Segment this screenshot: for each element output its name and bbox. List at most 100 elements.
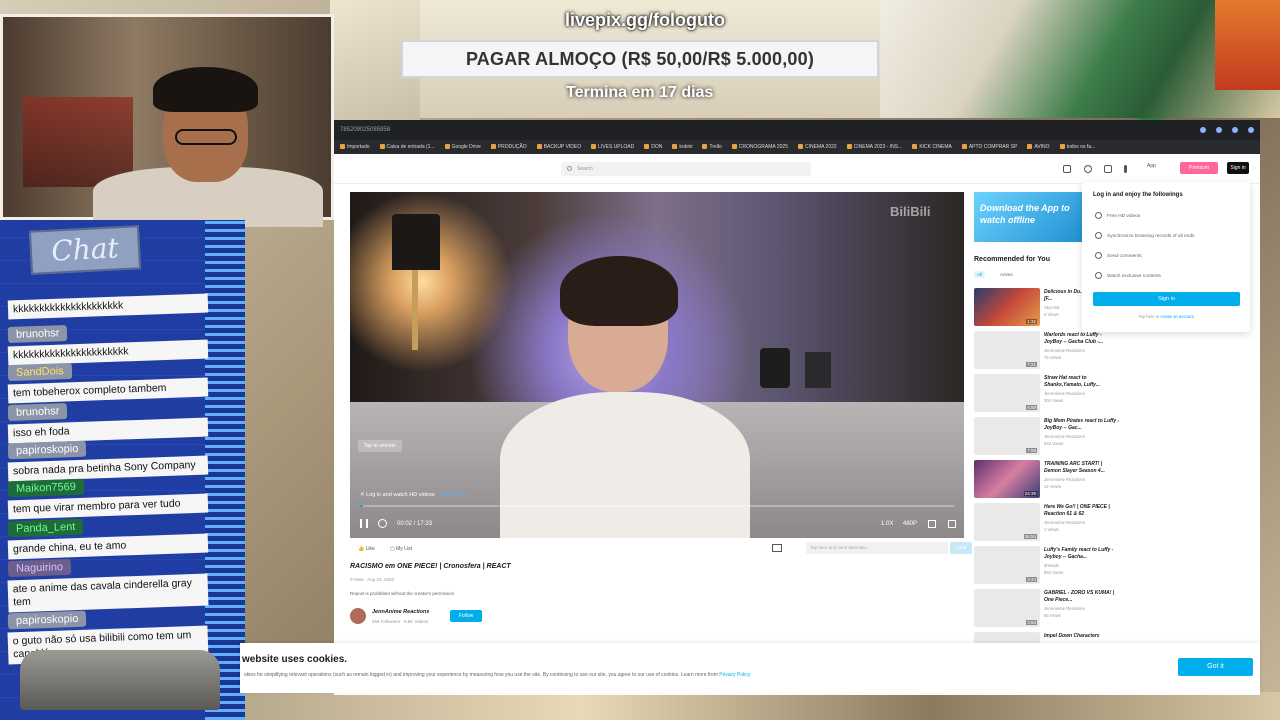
address-bar[interactable]: 785209025085958 (340, 127, 1200, 133)
bookmark-item[interactable]: PRODUÇÃO (491, 144, 527, 150)
recommended-title[interactable]: Warlords react to Luffy - JoyBoy -- Gach… (1044, 332, 1120, 346)
send-danmaku-button[interactable]: Send (950, 542, 972, 554)
bookmark-item[interactable]: AVINO (1027, 144, 1049, 150)
recommended-title[interactable]: GABRIEL - ZORO VS KUMA! | One Piece... (1044, 590, 1120, 604)
site-header: Search App Premium Sign in (334, 154, 1260, 184)
danmaku-toggle-icon[interactable] (378, 519, 387, 528)
bookmark-item[interactable]: kobini (672, 144, 692, 150)
donation-url: livepix.gg/fologuto (565, 10, 725, 30)
recommended-author[interactable]: JennAnime Reactions (1044, 477, 1085, 482)
recommended-views: 14 Views (1044, 484, 1061, 489)
recommended-item[interactable]: 7:21 Warlords react to Luffy - JoyBoy --… (974, 331, 1124, 371)
login-popup: Log in and enjoy the followings Free HD … (1082, 182, 1250, 332)
create-account-link[interactable]: create an account (1160, 314, 1193, 319)
bookmark-item[interactable]: Google Drive (445, 144, 481, 150)
video-thumbnail[interactable]: 3:53 (974, 589, 1040, 627)
star-icon[interactable] (1200, 127, 1206, 133)
video-player[interactable]: BiliBili Tap to unmute ✕ Log in and watc… (350, 192, 964, 538)
video-thumbnail[interactable]: 3:44 (974, 546, 1040, 584)
bookmark-item[interactable]: CINEMA 2023 - INS... (847, 144, 903, 150)
speed-button[interactable]: 1.0X (881, 521, 893, 527)
progress-bar[interactable] (360, 505, 954, 507)
video-thumbnail[interactable]: 1:32 (974, 288, 1040, 326)
app-download-button[interactable]: App (1147, 163, 1156, 169)
bookmark-item[interactable]: Caixa de entrada (1... (380, 144, 435, 150)
video-duration: 1:32 (1026, 319, 1037, 324)
chat-username: brunohsr (7, 402, 68, 422)
recommended-item[interactable]: 24:39 TRAINING ARC START! | Demon Slayer… (974, 460, 1124, 500)
recommended-title[interactable]: Big Mom Pirates react to Luffy - JoyBoy … (1044, 418, 1120, 432)
video-thumbnail[interactable]: 24:39 (974, 460, 1040, 498)
donation-goal: PAGAR ALMOÇO (R$ 50,00/R$ 5.000,00) (401, 40, 879, 78)
app-download-banner[interactable]: Download the App to watch offline (974, 192, 1086, 242)
got-it-button[interactable]: Got it (1178, 658, 1253, 676)
mylist-button[interactable]: ▢ My List (390, 546, 412, 552)
widescreen-icon[interactable] (928, 520, 936, 528)
recommended-item[interactable]: 6:59 Straw Hat react to Shanks,Yamato, L… (974, 374, 1124, 414)
register-prefix: Tap here to (1138, 314, 1160, 319)
recommended-title[interactable]: Straw Hat react to Shanks,Yamato, Luffy.… (1044, 375, 1120, 389)
recommended-title[interactable]: Luffy's Family react to Luffy - Joyboy -… (1044, 547, 1120, 561)
login-popup-sign-in-button[interactable]: Sign in (1093, 292, 1240, 306)
like-button[interactable]: 👍 Like (358, 546, 375, 552)
recommended-author[interactable]: JennAnime Reactions (1044, 348, 1085, 353)
video-thumbnail[interactable]: 7:59 (974, 417, 1040, 455)
tap-unmute-button[interactable]: Tap to unmute (358, 440, 402, 452)
more-icon[interactable] (1124, 165, 1127, 173)
bookmark-item[interactable]: todos os fa... (1060, 144, 1096, 150)
tab-all[interactable]: All (974, 271, 986, 278)
donation-deadline: Termina em 17 dias (566, 84, 714, 101)
recommended-title[interactable]: Here We Go!! | ONE PIECE | Reaction 61 &… (1044, 504, 1120, 518)
recommended-author[interactable]: JennAnime Reactions (1044, 520, 1085, 525)
bookmark-item[interactable]: BACKUP VIDEO (537, 144, 581, 150)
video-thumbnail[interactable]: 38:54 (974, 503, 1040, 541)
recommended-author[interactable]: JennAnime Reactions (1044, 606, 1085, 611)
recommended-title[interactable]: TRAINING ARC START! | Demon Slayer Seaso… (1044, 461, 1120, 475)
danmaku-input[interactable]: Tap here and send danmaku (806, 542, 948, 554)
chat-decoration (205, 220, 245, 720)
privacy-policy-link[interactable]: Privacy Policy (719, 672, 750, 678)
pause-icon[interactable] (360, 519, 368, 528)
recommended-title[interactable]: Impel Down Characters (1044, 633, 1120, 640)
avatar[interactable] (350, 608, 366, 624)
chat-message-text: grande china, eu te amo (7, 533, 209, 560)
bookmark-item[interactable]: LIVES UPLOAD (591, 144, 634, 150)
search-input[interactable]: Search (561, 162, 811, 176)
upload-icon[interactable] (1063, 165, 1071, 173)
uploader-name[interactable]: JennAnime Reactions (372, 609, 429, 615)
bookmark-item[interactable]: Trello (702, 144, 721, 150)
recommended-author[interactable]: JennAnime Reactions (1044, 434, 1085, 439)
extension-icon[interactable] (1232, 127, 1238, 133)
bookmark-item[interactable]: Importado (340, 144, 370, 150)
video-title: RACISMO em ONE PIECE! | Cronosfera | REA… (350, 563, 511, 570)
login-now-link[interactable]: Log in Now (439, 492, 467, 498)
recommended-item[interactable]: 3:44 Luffy's Family react to Luffy - Joy… (974, 546, 1124, 586)
recommended-author[interactable]: ahmad1 (1044, 563, 1059, 568)
video-thumbnail[interactable]: 6:59 (974, 374, 1040, 412)
bookmark-item[interactable]: DON (644, 144, 662, 150)
danmaku-settings-icon[interactable] (772, 544, 782, 552)
follow-button[interactable]: Follow (450, 610, 482, 622)
bookmark-item[interactable]: KICK CINEMA (912, 144, 952, 150)
sign-in-button[interactable]: Sign in (1227, 162, 1249, 174)
bookmark-icon[interactable] (1104, 165, 1112, 173)
tab-anime[interactable]: Anime (1000, 272, 1013, 277)
bookmark-item[interactable]: APTO COMPRAR SP (962, 144, 1018, 150)
premium-button[interactable]: Premium (1180, 162, 1218, 174)
recommended-item[interactable]: 7:59 Big Mom Pirates react to Luffy - Jo… (974, 417, 1124, 457)
recommended-author[interactable]: SkyAnat (1044, 305, 1060, 310)
recommended-item[interactable]: 38:54 Here We Go!! | ONE PIECE | Reactio… (974, 503, 1124, 543)
quality-button[interactable]: 480P (903, 521, 917, 527)
extension-icon[interactable] (1216, 127, 1222, 133)
history-icon[interactable] (1084, 165, 1092, 173)
recommended-author[interactable]: JennAnime Reactions (1044, 391, 1085, 396)
bookmark-item[interactable]: CINEMA 2022 (798, 144, 837, 150)
fullscreen-icon[interactable] (948, 520, 956, 528)
chat-message: SandDois tem tobeherox completo tambem (7, 362, 209, 404)
profile-icon[interactable] (1248, 127, 1254, 133)
video-thumbnail[interactable]: 7:21 (974, 331, 1040, 369)
like-label: Like (365, 546, 375, 552)
recommended-item[interactable]: 3:53 GABRIEL - ZORO VS KUMA! | One Piece… (974, 589, 1124, 629)
browser-toolbar: 785209025085958 (334, 120, 1260, 140)
bookmark-item[interactable]: CRONOGRAMA 2025 (732, 144, 788, 150)
